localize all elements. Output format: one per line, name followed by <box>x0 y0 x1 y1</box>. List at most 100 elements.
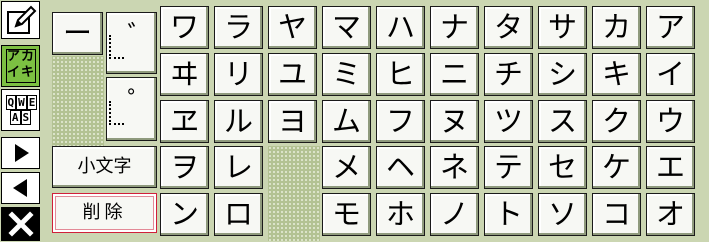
kana-key[interactable]: オ <box>646 193 695 236</box>
kana-key[interactable]: カ <box>592 6 641 49</box>
kana-label: サ <box>547 10 577 44</box>
kana-key[interactable]: ナ <box>430 6 479 49</box>
kana-key[interactable]: ヒ <box>376 53 425 96</box>
kana-key[interactable]: モ <box>322 193 371 236</box>
kana-key[interactable]: ユ <box>268 53 317 96</box>
kana-key[interactable]: ア <box>646 6 695 49</box>
kana-label: ト <box>493 197 523 231</box>
kana-label: ノ <box>439 197 469 231</box>
kana-label: ム <box>331 104 361 138</box>
kana-key[interactable]: マ <box>322 6 371 49</box>
kana-key[interactable]: ク <box>592 100 641 143</box>
long-vowel-key[interactable]: ー <box>52 12 103 55</box>
kana-key[interactable]: ト <box>484 193 533 236</box>
dakuten-label: ゛ <box>109 23 154 59</box>
mode-qwerty-button[interactable]: QWE AS <box>1 89 40 131</box>
kana-key[interactable]: ヘ <box>376 146 425 189</box>
kana-key[interactable]: レ <box>214 146 263 189</box>
kana-key[interactable]: コ <box>592 193 641 236</box>
kana-key[interactable]: ツ <box>484 100 533 143</box>
kana-key[interactable]: ネ <box>430 146 479 189</box>
kana-key[interactable]: イ <box>646 53 695 96</box>
kana-label: ア <box>655 10 685 44</box>
kana-key[interactable]: ヤ <box>268 6 317 49</box>
kana-label: ハ <box>385 10 415 44</box>
kana-label: ホ <box>385 197 415 231</box>
kana-key[interactable]: ワ <box>160 6 209 49</box>
kana-label: ケ <box>601 150 631 184</box>
kana-key[interactable]: ソ <box>538 193 587 236</box>
kana-key[interactable]: セ <box>538 146 587 189</box>
kana-label: ヤ <box>277 10 307 44</box>
kana-label: ミ <box>331 57 361 91</box>
kana-key[interactable]: ヱ <box>160 100 209 143</box>
kana-label: フ <box>385 104 415 138</box>
kana-label: チ <box>493 57 523 91</box>
kana-key[interactable]: ヲ <box>160 146 209 189</box>
prev-button[interactable] <box>1 172 40 204</box>
kana-label: ワ <box>169 10 199 44</box>
kana-key[interactable]: ロ <box>214 193 263 236</box>
dakuten-key[interactable]: ゛ <box>106 12 157 74</box>
kana-label: エ <box>655 150 685 184</box>
kana-key[interactable]: ウ <box>646 100 695 143</box>
qwerty-key-w: W <box>16 95 27 110</box>
kana-key[interactable]: ケ <box>592 146 641 189</box>
katakana-mode-icon: ア カ イ キ <box>5 49 36 83</box>
kana-key[interactable]: ル <box>214 100 263 143</box>
keyboard-background-left <box>52 56 104 149</box>
kana-key[interactable]: シ <box>538 53 587 96</box>
kana-key[interactable]: ラ <box>214 6 263 49</box>
kana-label: マ <box>331 10 361 44</box>
kana-key[interactable]: フ <box>376 100 425 143</box>
kana-label: ヒ <box>385 57 415 91</box>
kana-key[interactable]: ン <box>160 193 209 236</box>
kana-key[interactable]: ミ <box>322 53 371 96</box>
kana-label: ン <box>169 197 199 231</box>
kana-key[interactable]: ス <box>538 100 587 143</box>
kana-key[interactable]: エ <box>646 146 695 189</box>
small-kana-key[interactable]: 小文字 <box>52 146 157 188</box>
kana-key[interactable]: ヨ <box>268 100 317 143</box>
close-button[interactable] <box>1 207 40 241</box>
next-button[interactable] <box>1 137 40 169</box>
kana-key[interactable]: タ <box>484 6 533 49</box>
kana-key[interactable]: ニ <box>430 53 479 96</box>
close-icon <box>7 211 34 237</box>
kana-label: ソ <box>547 197 577 231</box>
kana-key[interactable]: チ <box>484 53 533 96</box>
handakuten-key[interactable]: ゜ <box>106 77 157 141</box>
qwerty-key-a: A <box>9 110 21 125</box>
kana-label: ヘ <box>385 150 415 184</box>
kana-key[interactable]: メ <box>322 146 371 189</box>
edit-button[interactable] <box>1 1 40 39</box>
kana-key[interactable]: キ <box>592 53 641 96</box>
kana-label: タ <box>493 10 523 44</box>
mode-katakana-button[interactable]: ア カ イ キ <box>1 45 40 87</box>
kana-label: ス <box>547 104 577 138</box>
kana-label: ロ <box>223 197 253 231</box>
qwerty-row-2: AS <box>6 110 36 125</box>
kana-label: ヲ <box>169 150 199 184</box>
delete-key[interactable]: 削除 <box>52 193 157 233</box>
kana-key[interactable]: リ <box>214 53 263 96</box>
kana-key[interactable]: ホ <box>376 193 425 236</box>
kana-key[interactable]: ハ <box>376 6 425 49</box>
kana-key[interactable]: テ <box>484 146 533 189</box>
arrow-left-icon <box>12 179 27 197</box>
kana-label: ル <box>223 104 253 138</box>
long-vowel-label: ー <box>62 16 92 50</box>
kana-key[interactable]: ム <box>322 100 371 143</box>
kana-key[interactable]: サ <box>538 6 587 49</box>
kana-label: キ <box>601 57 631 91</box>
kana-key[interactable]: ヰ <box>160 53 209 96</box>
mode-glyph-ki: キ <box>20 65 35 82</box>
kana-key[interactable]: ヌ <box>430 100 479 143</box>
handakuten-label: ゜ <box>109 89 154 125</box>
kana-label: ヨ <box>277 104 307 138</box>
kana-label: ツ <box>493 104 523 138</box>
kana-key[interactable]: ノ <box>430 193 479 236</box>
kana-label: カ <box>601 10 631 44</box>
kana-label: オ <box>655 197 685 231</box>
kana-label: コ <box>601 197 631 231</box>
